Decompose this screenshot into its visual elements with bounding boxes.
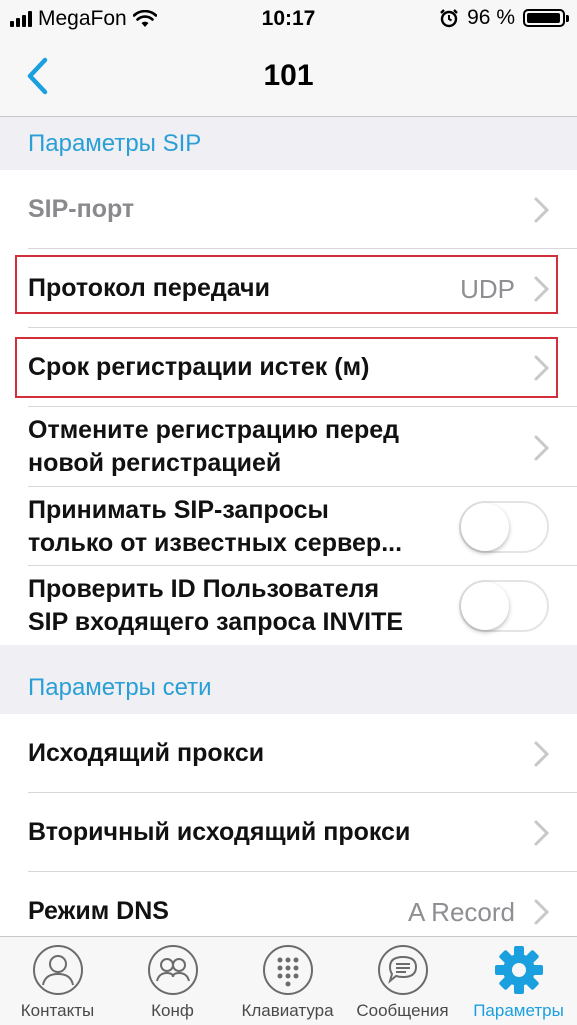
tab-label: Клавиатура xyxy=(241,1001,334,1020)
navigation-bar: 101 xyxy=(0,38,577,117)
row-label-line2: только от известных сервер... xyxy=(28,529,403,557)
tab-messages[interactable]: Сообщения xyxy=(345,937,460,1025)
row-transport-protocol[interactable]: Протокол передачи UDP xyxy=(0,249,577,328)
back-button[interactable] xyxy=(18,52,68,102)
row-label-line1: Принимать SIP-запросы xyxy=(28,496,329,524)
section-header-sip: Параметры SIP xyxy=(0,116,577,170)
battery-icon xyxy=(523,9,569,27)
tab-bar: Контакты Конф Клавиатура Сообщения Парам… xyxy=(0,936,577,1025)
row-secondary-outbound-proxy[interactable]: Вторичный исходящий прокси xyxy=(0,793,577,872)
row-label: SIP-порт xyxy=(28,195,135,223)
tab-settings[interactable]: Параметры xyxy=(460,937,577,1025)
contact-icon xyxy=(32,945,83,995)
message-icon xyxy=(377,945,428,995)
tab-label: Конф xyxy=(151,1001,194,1020)
keypad-icon xyxy=(262,945,313,995)
conference-icon xyxy=(147,945,198,995)
row-label: Вторичный исходящий прокси xyxy=(28,818,411,846)
chevron-right-icon xyxy=(534,276,550,302)
row-accept-known-servers: Принимать SIP-запросы только от известны… xyxy=(0,487,577,566)
row-value: UDP xyxy=(460,274,515,304)
row-label: Режим DNS xyxy=(28,897,169,925)
tab-conference[interactable]: Конф xyxy=(115,937,230,1025)
row-label: Протокол передачи xyxy=(28,274,270,302)
chevron-right-icon xyxy=(534,435,550,461)
row-sip-port[interactable]: SIP-порт xyxy=(0,170,577,249)
tab-label: Параметры xyxy=(473,1001,564,1020)
accept-known-servers-toggle[interactable] xyxy=(459,501,549,553)
row-registration-expiry[interactable]: Срок регистрации истек (м) xyxy=(0,328,577,407)
chevron-right-icon xyxy=(534,820,550,846)
alarm-icon xyxy=(440,9,458,28)
section-header-label: Параметры SIP xyxy=(28,130,202,157)
chevron-left-icon xyxy=(27,57,48,95)
row-label-line1: Проверить ID Пользователя xyxy=(28,575,380,603)
row-label-line2: SIP входящего запроса INVITE xyxy=(28,608,404,636)
tab-label: Контакты xyxy=(20,1001,95,1020)
battery-percent: 96 % xyxy=(467,6,515,29)
chevron-right-icon xyxy=(534,741,550,767)
row-label: Исходящий прокси xyxy=(28,739,265,767)
tab-contacts[interactable]: Контакты xyxy=(0,937,115,1025)
gear-icon xyxy=(494,946,543,994)
tab-keypad[interactable]: Клавиатура xyxy=(230,937,345,1025)
tab-label: Сообщения xyxy=(356,1001,449,1020)
chevron-right-icon xyxy=(534,197,550,223)
chevron-right-icon xyxy=(534,899,550,925)
check-user-id-toggle[interactable] xyxy=(459,580,549,632)
row-label-line2: новой регистрацией xyxy=(28,449,282,477)
page-title: 101 xyxy=(263,59,314,92)
row-dns-mode[interactable]: Режим DNS A Record xyxy=(0,872,577,936)
row-label-line1: Отмените регистрацию перед xyxy=(28,416,400,444)
row-value: A Record xyxy=(408,897,515,927)
row-outbound-proxy[interactable]: Исходящий прокси xyxy=(0,714,577,793)
row-unregister-before-register[interactable]: Отмените регистрацию перед новой регистр… xyxy=(0,407,577,487)
status-bar: MegaFon 10:17 96 % xyxy=(0,0,577,38)
section-header-label: Параметры сети xyxy=(28,674,212,701)
row-check-user-id: Проверить ID Пользователя SIP входящего … xyxy=(0,566,577,645)
section-header-network: Параметры сети xyxy=(0,660,577,714)
status-right: 96 % xyxy=(439,6,569,30)
chevron-right-icon xyxy=(534,355,550,381)
row-label: Срок регистрации истек (м) xyxy=(28,353,370,381)
